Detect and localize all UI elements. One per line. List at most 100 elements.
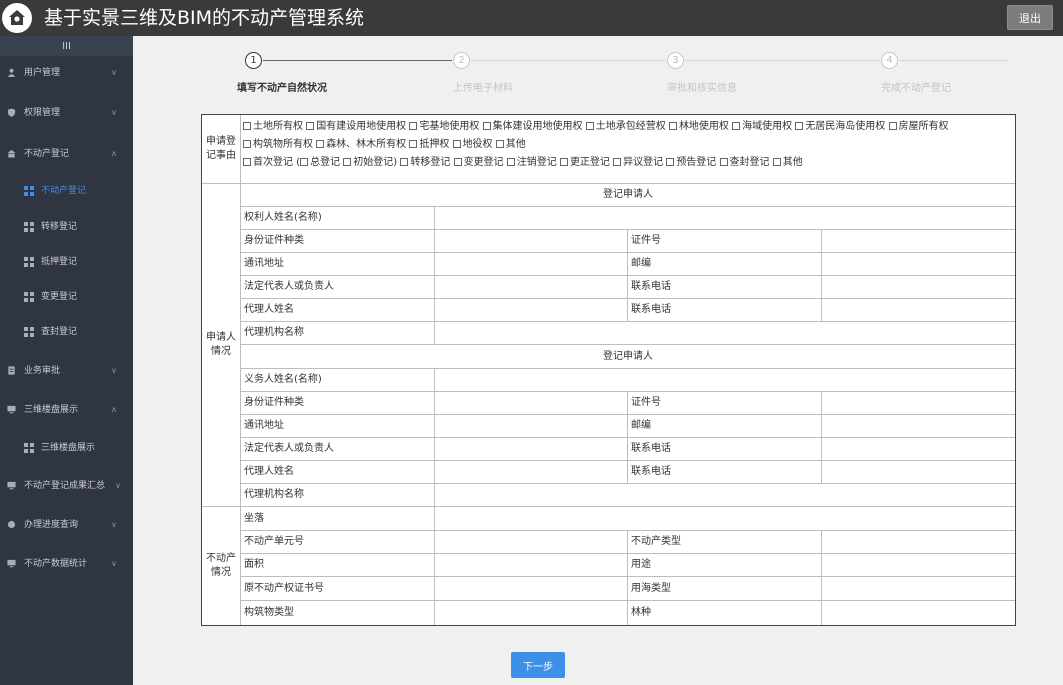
agency-name-input[interactable] — [435, 322, 1015, 345]
checkbox-icon — [243, 122, 251, 130]
sidebar-item-registration-summary[interactable]: 不动产登记成果汇总 ∨ — [0, 471, 133, 501]
sidebar-item-progress-query[interactable]: 办理进度查询 ∨ — [0, 510, 133, 540]
sidebar-item-permission-management[interactable]: 权限管理 ∨ — [0, 98, 133, 128]
obligor-phone-input[interactable] — [822, 438, 1015, 461]
step-1-indicator[interactable]: 1 — [245, 52, 262, 69]
option-uninhabited-island[interactable]: 无居民海岛使用权 — [795, 121, 885, 132]
property-type-label: 不动产类型 — [628, 531, 822, 554]
option-advance-registration[interactable]: 预告登记 — [666, 157, 716, 168]
checkbox-icon — [506, 158, 515, 166]
checkbox-icon — [409, 140, 418, 148]
obligor-name-input[interactable] — [435, 369, 1015, 392]
sea-use-type-input[interactable] — [822, 577, 1015, 601]
checkbox-icon — [409, 122, 418, 130]
sidebar-subitem-seizure-registration[interactable]: 查封登记 — [0, 317, 133, 347]
obligor-agent-name-input[interactable] — [435, 461, 628, 484]
option-state-construction-land[interactable]: 国有建设用地使用权 — [306, 121, 406, 132]
phone-label: 联系电话 — [628, 276, 822, 299]
option-cancel-registration[interactable]: 注销登记 — [506, 157, 557, 168]
next-step-button[interactable]: 下一步 — [511, 652, 565, 678]
obligor-legal-rep-input[interactable] — [435, 438, 628, 461]
sidebar-subitem-change-registration[interactable]: 变更登记 — [0, 282, 133, 312]
sidebar-subitem-label: 转移登记 — [41, 222, 78, 232]
sidebar-collapse-button[interactable]: III — [0, 36, 133, 56]
option-change-registration[interactable]: 变更登记 — [453, 157, 504, 168]
sidebar-item-real-estate-registration[interactable]: 不动产登记 ∧ — [0, 139, 133, 169]
sidebar-subitem-label: 变更登记 — [41, 292, 78, 302]
obligor-postcode-input[interactable] — [822, 415, 1015, 438]
option-seizure-registration[interactable]: 查封登记 — [719, 157, 770, 168]
option-correction-registration[interactable]: 更正登记 — [559, 157, 610, 168]
option-types-other[interactable]: 其他 — [772, 157, 803, 168]
postcode-input[interactable] — [822, 253, 1015, 276]
rightholder-name-input[interactable] — [435, 207, 1015, 230]
step-3-indicator[interactable]: 3 — [667, 52, 684, 69]
option-land-contract[interactable]: 土地承包经营权 — [585, 121, 666, 132]
option-house-ownership[interactable]: 房屋所有权 — [888, 121, 949, 132]
option-forest-land-use[interactable]: 林地使用权 — [668, 121, 729, 132]
obligor-address-input[interactable] — [435, 415, 628, 438]
checkbox-icon — [559, 158, 568, 166]
obligor-agent-phone-input[interactable] — [822, 461, 1015, 484]
sidebar-subitem-mortgage-registration[interactable]: 抵押登记 — [0, 247, 133, 277]
legal-rep-input[interactable] — [435, 276, 628, 299]
option-sea-area-use[interactable]: 海域使用权 — [732, 121, 792, 132]
location-input[interactable] — [435, 507, 1015, 531]
sidebar-item-3d-building-display[interactable]: 三维楼盘展示 ∧ — [0, 395, 133, 425]
agent-name-input[interactable] — [435, 299, 628, 322]
phone-input[interactable] — [822, 276, 1015, 299]
id-number-input[interactable] — [822, 230, 1015, 253]
option-objection-registration[interactable]: 异议登记 — [613, 157, 663, 168]
checkbox-icon — [888, 122, 897, 130]
option-land-ownership[interactable]: 土地所有权 — [243, 121, 303, 132]
sidebar-subitem-3d-building-display[interactable]: 三维楼盘展示 — [0, 433, 133, 463]
forest-type-label: 林种 — [628, 601, 822, 625]
agent-phone-input[interactable] — [822, 299, 1015, 322]
sidebar-item-label: 三维楼盘展示 — [24, 405, 79, 415]
option-homestead[interactable]: 宅基地使用权 — [409, 121, 479, 132]
rights-options: 土地所有权 国有建设用地使用权 宅基地使用权 集体建设用地使用权 土地承包经营权… — [243, 118, 1013, 154]
area-input[interactable] — [435, 554, 628, 577]
option-easement[interactable]: 地役权 — [452, 139, 493, 150]
option-forest-ownership[interactable]: 森林、林木所有权 — [316, 139, 406, 150]
sidebar-subitem-transfer-registration[interactable]: 转移登记 — [0, 212, 133, 242]
address-input[interactable] — [435, 253, 628, 276]
option-mortgage[interactable]: 抵押权 — [409, 139, 449, 150]
step-4-indicator[interactable]: 4 — [881, 52, 898, 69]
option-general-registration[interactable]: 总登记 — [300, 157, 340, 168]
option-initial-registration[interactable]: 初始登记) — [343, 157, 397, 168]
option-first-registration[interactable]: 首次登记 ( — [243, 157, 300, 168]
old-certificate-input[interactable] — [435, 577, 628, 601]
sidebar-item-business-approval[interactable]: 业务审批 ∨ — [0, 356, 133, 386]
option-collective-construction-land[interactable]: 集体建设用地使用权 — [482, 121, 583, 132]
option-structure-ownership[interactable]: 构筑物所有权 — [243, 139, 313, 150]
monitor-icon — [7, 405, 16, 414]
chevron-down-icon: ∨ — [111, 366, 117, 375]
sidebar-subitem-real-estate-registration[interactable]: 不动产登记 — [0, 176, 133, 206]
logout-button[interactable]: 退出 — [1007, 5, 1053, 30]
usage-input[interactable] — [822, 554, 1015, 577]
old-certificate-label: 原不动产权证书号 — [241, 577, 435, 601]
id-type-label: 身份证件种类 — [241, 230, 435, 253]
checkbox-icon — [613, 158, 622, 166]
option-transfer-registration[interactable]: 转移登记 — [400, 157, 450, 168]
checkbox-icon — [316, 140, 325, 148]
step-2-indicator[interactable]: 2 — [453, 52, 470, 69]
option-rights-other[interactable]: 其他 — [495, 139, 526, 150]
unit-number-input[interactable] — [435, 531, 628, 554]
registration-form: 申请登记事由 土地所有权 国有建设用地使用权 宅基地使用权 集体建设用地使用权 … — [201, 114, 1016, 626]
chevron-down-icon: ∨ — [111, 559, 117, 568]
usage-label: 用途 — [628, 554, 822, 577]
property-type-input[interactable] — [822, 531, 1015, 554]
id-type-input[interactable] — [435, 230, 628, 253]
structure-type-input[interactable] — [435, 601, 628, 625]
registration-type-options: 首次登记 (总登记 初始登记) 转移登记 变更登记 注销登记 更正登记 异议登记… — [243, 154, 1013, 172]
grid-icon — [24, 292, 34, 302]
obligor-agency-name-input[interactable] — [435, 484, 1015, 507]
obligor-id-type-input[interactable] — [435, 392, 628, 415]
obligor-id-number-input[interactable] — [822, 392, 1015, 415]
forest-type-input[interactable] — [822, 601, 1015, 625]
sidebar-item-data-statistics[interactable]: 不动产数据统计 ∨ — [0, 549, 133, 579]
sidebar-item-user-management[interactable]: 用户管理 ∨ — [0, 58, 133, 88]
checkbox-icon — [453, 158, 462, 166]
